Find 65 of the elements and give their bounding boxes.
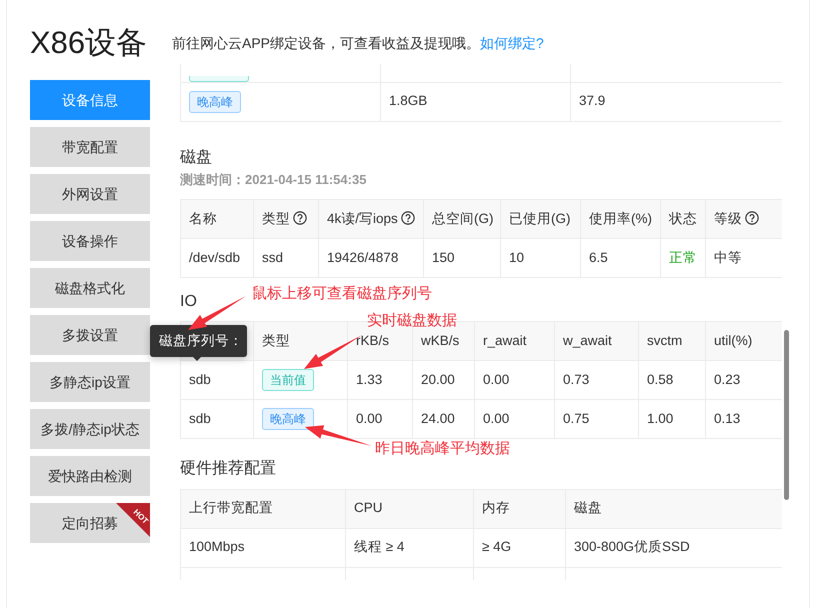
table-cell: 10: [500, 238, 580, 278]
annotation-arrow: [305, 425, 372, 446]
column-header: 上行带宽配置: [180, 489, 346, 528]
column-header: 4k读/写iops: [327, 211, 398, 226]
column-header: r_await: [474, 322, 554, 361]
table-cell: 19426/4878: [318, 238, 424, 278]
table-cell: 0.73: [554, 360, 638, 400]
test-time: 测速时间：2021-04-15 11:54:35: [180, 170, 368, 189]
sidebar-item[interactable]: 设备操作: [30, 221, 150, 261]
help-icon[interactable]: [293, 211, 307, 226]
page-title: X86设备: [30, 24, 148, 62]
table-cell: 1.33: [348, 360, 412, 400]
column-header: svctm: [638, 322, 706, 361]
sidebar-item[interactable]: 磁盘格式化: [30, 268, 150, 308]
sidebar-item[interactable]: 多拨/静态ip状态: [30, 409, 150, 449]
section-title: IO: [180, 292, 197, 312]
table-cell: 0.00: [348, 400, 412, 439]
sidebar-item[interactable]: 爱快路由检测: [30, 456, 150, 496]
table-cell: 100Mbps: [180, 528, 346, 568]
table-cell: 24.00: [412, 400, 474, 439]
notice-text: 前往网心云APP绑定设备，可查看收益及提现哦。如何绑定?: [172, 34, 544, 52]
table-cell: ssd: [254, 238, 318, 278]
tag-label: 当前值: [262, 369, 314, 392]
table-cell: 6.5: [580, 238, 660, 278]
scrollbar-thumb[interactable]: [784, 330, 789, 500]
tag-label: 晚高峰: [189, 90, 241, 112]
table-cell: 1.00: [638, 400, 706, 439]
table-cell: 0.58: [638, 360, 706, 400]
table-cell: ≥ 4G: [474, 528, 566, 568]
column-header: 等级: [714, 211, 742, 226]
column-header: CPU: [346, 489, 474, 528]
table-cell: 线程 ≥ 4: [346, 528, 474, 568]
column-header: 类型: [262, 211, 290, 226]
table-cell: /dev/sdb: [180, 238, 254, 278]
table-cell: 0.00: [474, 360, 554, 400]
column-header: 类型: [254, 322, 348, 361]
help-icon[interactable]: [400, 211, 415, 226]
tag-label: 晚高峰: [262, 408, 314, 430]
annotation-text: 鼠标上移可查看磁盘序列号: [252, 284, 432, 304]
column-header: 内存: [474, 489, 566, 528]
sidebar-item[interactable]: 带宽配置: [30, 127, 150, 167]
column-header: 已使用(G): [509, 211, 570, 226]
column-header: 使用率(%): [589, 211, 652, 226]
table-cell: sdb: [180, 360, 254, 400]
sidebar-item[interactable]: 多拨设置: [30, 315, 150, 355]
column-header: 磁盘: [566, 489, 782, 528]
help-icon[interactable]: [745, 211, 759, 226]
table-cell: 20.00: [412, 360, 474, 400]
sidebar-item[interactable]: 多静态ip设置: [30, 362, 150, 402]
table-cell: 150: [424, 238, 500, 278]
section-title: 硬件推荐配置: [180, 459, 276, 479]
column-header: 总空间(G): [432, 211, 494, 226]
column-header: util(%): [706, 322, 782, 361]
column-header: 状态: [669, 211, 697, 226]
table-cell: 0.00: [474, 400, 554, 439]
tooltip-text: 磁盘序列号：: [150, 325, 247, 357]
sidebar-item[interactable]: 外网设置: [30, 174, 150, 214]
status-text: 正常: [660, 238, 706, 278]
column-header: 名称: [189, 211, 217, 226]
column-header: w_await: [554, 322, 638, 361]
annotation-text: 昨日晚高峰平均数据: [375, 439, 510, 459]
table-cell: 1.8GB: [380, 82, 570, 121]
table-cell: sdb: [180, 400, 254, 439]
table-cell: 0.75: [554, 400, 638, 439]
section-title: 磁盘: [180, 148, 212, 167]
